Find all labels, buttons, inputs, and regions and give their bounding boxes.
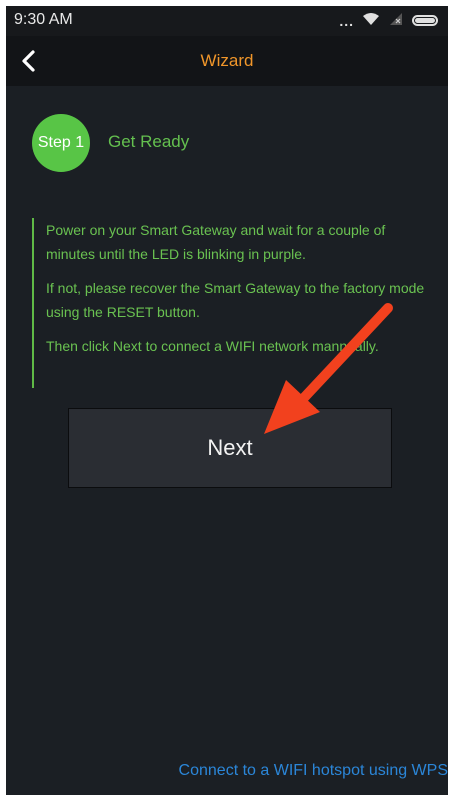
battery-icon bbox=[412, 15, 438, 26]
red-arrow-annotation-icon bbox=[264, 303, 393, 434]
status-time: 9:30 AM bbox=[14, 11, 73, 28]
page-title: Wizard bbox=[200, 51, 254, 70]
status-bar: 9:30 AM ... bbox=[6, 6, 448, 36]
wifi-icon bbox=[362, 12, 380, 29]
no-signal-icon bbox=[388, 12, 404, 29]
phone-screen: 9:30 AM ... Wizard Step 1 Get Ready Powe… bbox=[6, 6, 448, 795]
status-icons: ... bbox=[339, 12, 438, 29]
top-app-bar: Wizard bbox=[6, 36, 448, 86]
step-badge: Step 1 bbox=[32, 114, 90, 172]
step-title: Get Ready bbox=[108, 132, 190, 151]
signal-dots: ... bbox=[339, 12, 354, 29]
instruction-paragraph: Power on your Smart Gateway and wait for… bbox=[46, 222, 386, 262]
wps-connect-link[interactable]: Connect to a WIFI hotspot using WPS bbox=[179, 762, 448, 780]
